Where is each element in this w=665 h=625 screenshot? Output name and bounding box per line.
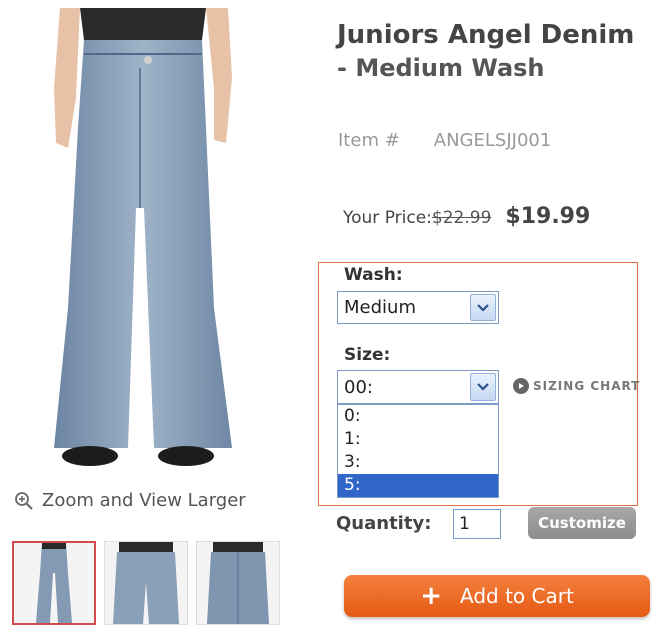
product-main-image[interactable] (18, 8, 268, 478)
product-title: Juniors Angel Denim (337, 20, 635, 50)
chevron-down-icon[interactable] (470, 294, 496, 321)
plus-icon: + (420, 581, 442, 611)
play-circle-icon (513, 378, 529, 394)
chevron-down-icon[interactable] (470, 373, 496, 401)
size-option[interactable]: 1: (338, 428, 498, 451)
sizing-chart-label: SIZING CHART (533, 379, 641, 393)
sizing-chart-link[interactable]: SIZING CHART (513, 378, 640, 394)
size-option-highlighted[interactable]: 5: (338, 474, 498, 497)
customize-button[interactable]: Customize (528, 507, 636, 539)
add-to-cart-button[interactable]: + Add to Cart (344, 575, 650, 617)
thumbnail-side[interactable] (196, 541, 280, 625)
zoom-label: Zoom and View Larger (42, 490, 246, 511)
size-select[interactable]: 00: (337, 370, 499, 404)
thumbnail-strip (12, 541, 280, 625)
old-price: $22.99 (431, 208, 492, 228)
add-to-cart-label: Add to Cart (459, 584, 574, 608)
wash-select-value: Medium (344, 297, 416, 318)
magnifier-plus-icon (15, 491, 33, 510)
size-option[interactable]: 3: (338, 451, 498, 474)
price-row: Your Price: $22.99 $19.99 (343, 204, 590, 229)
zoom-link[interactable]: Zoom and View Larger (14, 490, 246, 511)
price-label: Your Price: (343, 208, 432, 228)
wash-label: Wash: (344, 265, 403, 285)
size-option[interactable]: 0: (338, 405, 498, 428)
quantity-label: Quantity: (336, 513, 432, 534)
quantity-input[interactable] (453, 509, 501, 539)
sale-price: $19.99 (505, 204, 591, 229)
size-select-value: 00: (344, 376, 373, 398)
item-label: Item # (338, 130, 400, 151)
thumbnail-front[interactable] (12, 541, 96, 625)
thumbnail-back[interactable] (104, 541, 188, 625)
size-label: Size: (344, 345, 391, 365)
size-dropdown-list: 0: 1: 3: 5: (337, 404, 499, 498)
product-subtitle: - Medium Wash (337, 54, 545, 82)
wash-select[interactable]: Medium (337, 291, 499, 324)
item-number-row: Item # ANGELSJJ001 (338, 130, 551, 151)
item-number: ANGELSJJ001 (433, 130, 552, 151)
